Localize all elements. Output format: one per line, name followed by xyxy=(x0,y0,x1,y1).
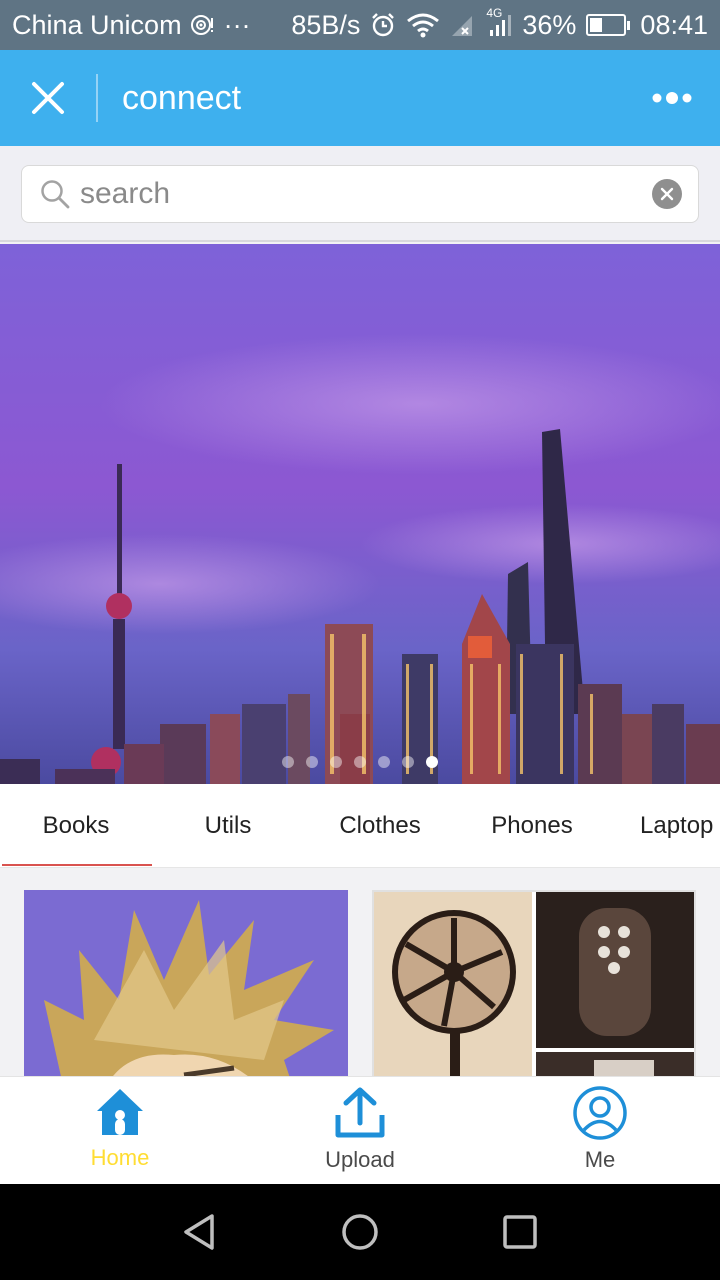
tab-label: Phones xyxy=(491,812,573,839)
carousel-dot xyxy=(402,756,414,768)
battery-percent: 36% xyxy=(522,9,577,40)
app-bar-divider xyxy=(96,74,98,122)
carousel-dot xyxy=(306,756,318,768)
tab-label: Clothes xyxy=(339,812,421,839)
recents-icon[interactable] xyxy=(500,1212,540,1252)
signal-no-service-icon xyxy=(452,16,473,36)
nav-me[interactable]: Me xyxy=(480,1077,720,1184)
product-image xyxy=(374,892,694,1076)
search-bar xyxy=(0,146,720,242)
home-icon xyxy=(97,1089,143,1135)
clear-icon xyxy=(660,187,674,201)
close-icon xyxy=(32,82,64,114)
search-box[interactable] xyxy=(21,165,699,223)
carousel-indicators xyxy=(0,756,720,768)
status-bar: China Unicom ··· 85B/s 4G 36% 08:41 xyxy=(0,0,720,50)
more-options-button[interactable] xyxy=(624,50,720,146)
close-button[interactable] xyxy=(0,50,96,146)
carrier-name: China Unicom xyxy=(12,9,182,40)
carousel-dot xyxy=(282,756,294,768)
tab-clothes[interactable]: Clothes xyxy=(304,784,456,867)
tab-label: Utils xyxy=(204,812,252,839)
nav-label: Me xyxy=(584,1147,616,1172)
user-icon xyxy=(573,1086,627,1140)
bottom-navigation: Home Upload Me xyxy=(0,1076,720,1184)
battery-icon xyxy=(586,14,631,36)
tab-label: Books xyxy=(42,812,110,839)
more-notifications-indicator: ··· xyxy=(223,9,251,40)
product-grid xyxy=(0,868,720,1076)
battery-level-fill xyxy=(590,18,602,32)
more-dots-icon xyxy=(652,92,692,104)
search-input[interactable] xyxy=(80,177,652,211)
banner-image xyxy=(0,244,720,784)
category-tabs: Books Utils Clothes Phones Laptop xyxy=(0,784,720,868)
hotspot-icon xyxy=(190,15,213,35)
nav-upload[interactable]: Upload xyxy=(240,1077,480,1184)
network-speed: 85B/s xyxy=(291,9,361,40)
wifi-icon xyxy=(407,13,440,38)
tab-label: Laptop xyxy=(640,812,714,839)
product-card[interactable] xyxy=(372,890,696,1076)
alarm-icon xyxy=(372,13,395,37)
carousel-dot xyxy=(330,756,342,768)
back-icon[interactable] xyxy=(180,1212,220,1252)
search-icon xyxy=(41,180,70,209)
home-circle-icon[interactable] xyxy=(340,1212,380,1252)
page-title: connect xyxy=(122,78,242,117)
clear-search-button[interactable] xyxy=(652,179,682,209)
product-image xyxy=(24,890,348,1076)
network-type: 4G xyxy=(486,6,503,20)
upload-icon xyxy=(335,1087,385,1138)
tab-utils[interactable]: Utils xyxy=(152,784,304,867)
tab-books[interactable]: Books xyxy=(0,784,152,867)
nav-home[interactable]: Home xyxy=(0,1077,240,1184)
tab-laptop[interactable]: Laptop xyxy=(608,784,720,867)
nav-label: Home xyxy=(90,1145,150,1170)
system-navigation-bar xyxy=(0,1184,720,1280)
carousel-dot xyxy=(426,756,438,768)
app-bar: connect xyxy=(0,50,720,146)
clock: 08:41 xyxy=(640,9,708,40)
banner-carousel[interactable] xyxy=(0,244,720,784)
tab-phones[interactable]: Phones xyxy=(456,784,608,867)
carousel-dot xyxy=(354,756,366,768)
nav-label: Upload xyxy=(325,1147,395,1172)
product-card[interactable] xyxy=(24,890,348,1076)
carousel-dot xyxy=(378,756,390,768)
